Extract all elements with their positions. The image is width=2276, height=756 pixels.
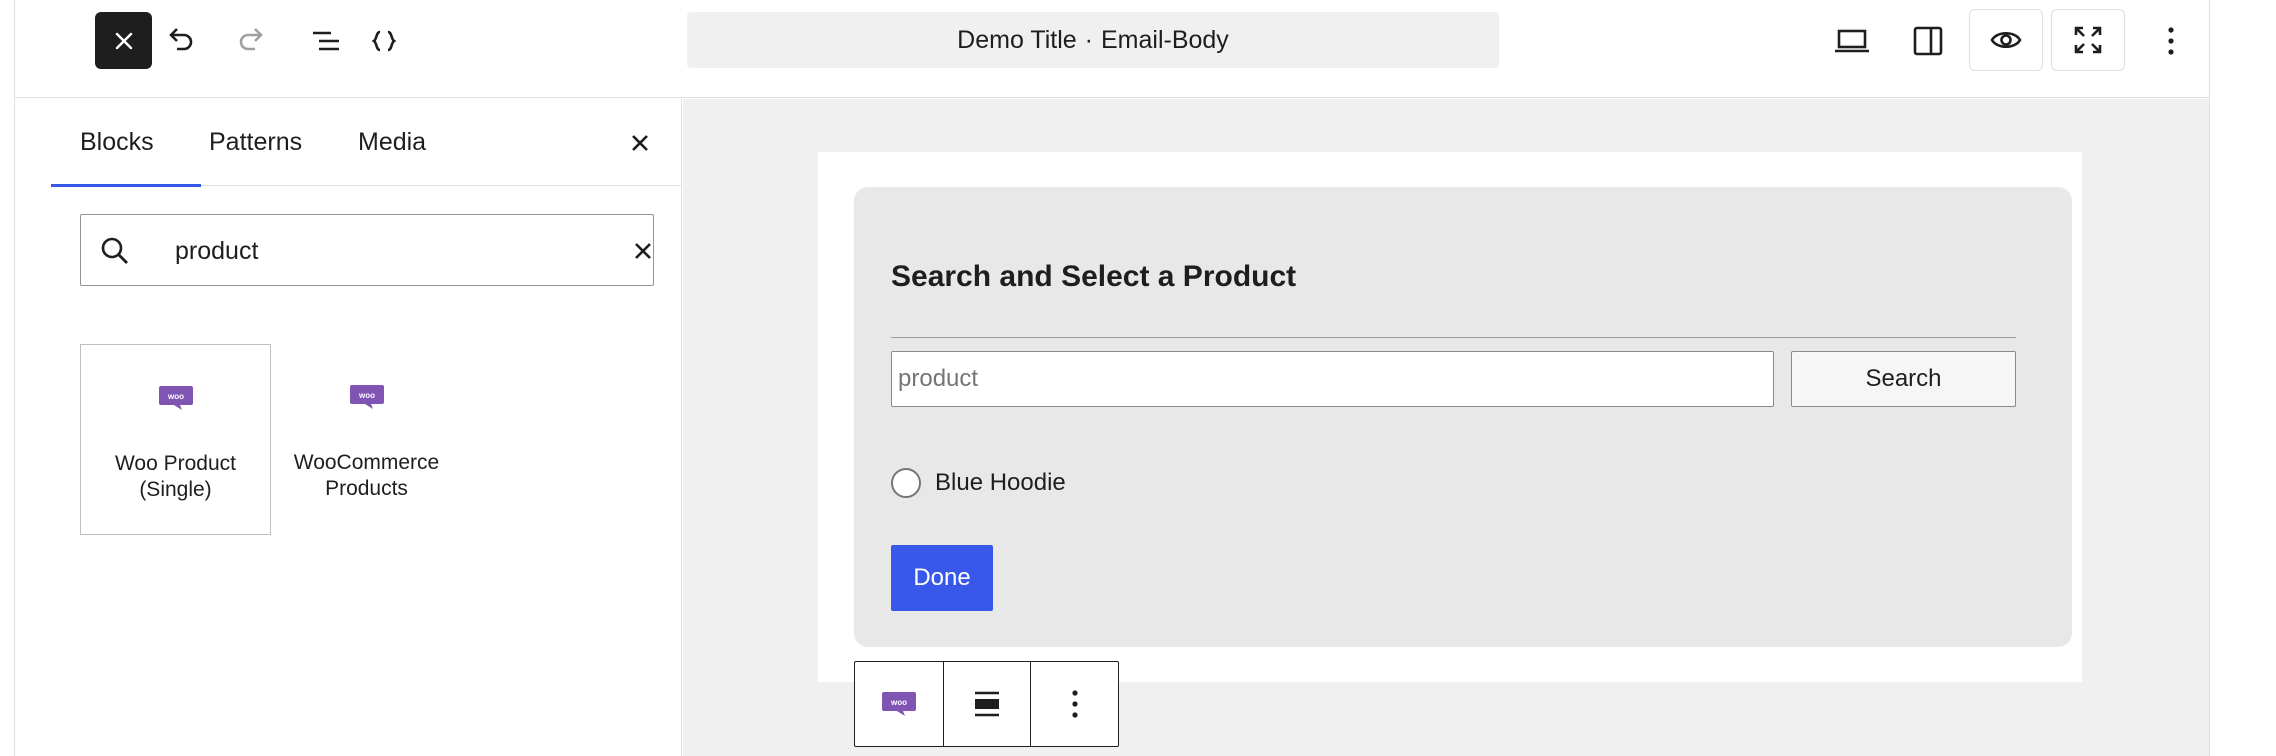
woo-icon: woo xyxy=(881,692,916,716)
settings-sidebar-button[interactable] xyxy=(1903,16,1953,66)
fullscreen-button[interactable] xyxy=(2051,9,2125,71)
more-vertical-icon xyxy=(2168,27,2174,55)
align-button[interactable] xyxy=(942,662,1031,746)
block-toolbar: woo xyxy=(854,661,1119,747)
product-search-title: Search and Select a Product xyxy=(891,260,1297,293)
block-type-button[interactable]: woo xyxy=(855,662,943,746)
block-options-button[interactable] xyxy=(1030,662,1118,746)
undo-button[interactable] xyxy=(155,16,205,66)
frame-border-left xyxy=(14,0,15,756)
block-item-woocommerce-products[interactable]: woo WooCommerce Products xyxy=(271,344,462,535)
product-search-button[interactable]: Search xyxy=(1791,351,2016,407)
woo-icon: woo xyxy=(349,385,384,409)
block-inserter-panel: Blocks Patterns Media product woo Woo Pr… xyxy=(51,99,682,756)
sidebar-icon xyxy=(1913,26,1943,56)
editor-header: Demo Title · Email-Body xyxy=(15,0,2209,98)
product-option-radio[interactable] xyxy=(891,468,921,498)
block-search-input[interactable]: product xyxy=(80,214,654,286)
close-icon xyxy=(115,32,132,49)
document-title: Demo Title xyxy=(957,25,1077,54)
tab-blocks[interactable]: Blocks xyxy=(51,99,201,187)
editor-canvas: Search and Select a Product product Sear… xyxy=(683,99,2209,756)
close-inserter-button[interactable] xyxy=(620,123,660,163)
redo-button[interactable] xyxy=(227,16,277,66)
tab-blocks-label: Blocks xyxy=(80,128,154,156)
code-editor-button[interactable] xyxy=(359,16,409,66)
product-option-label[interactable]: Blue Hoodie xyxy=(935,467,1066,499)
list-view-button[interactable] xyxy=(301,16,351,66)
tab-media[interactable]: Media xyxy=(358,99,426,186)
align-icon xyxy=(975,691,999,717)
list-view-icon xyxy=(313,31,339,51)
preview-eye-icon xyxy=(1990,31,2022,49)
close-editor-button[interactable] xyxy=(95,12,152,69)
document-title-bar[interactable]: Demo Title · Email-Body xyxy=(687,12,1499,68)
frame-border-right xyxy=(2209,0,2210,756)
document-subtitle: Email-Body xyxy=(1100,25,1229,54)
done-button[interactable]: Done xyxy=(891,545,993,611)
tab-patterns-label: Patterns xyxy=(209,128,303,156)
close-icon xyxy=(635,243,651,259)
search-icon xyxy=(101,237,128,264)
svg-text:woo: woo xyxy=(167,392,184,401)
title-separator: · xyxy=(1084,25,1093,54)
divider xyxy=(891,337,2016,338)
woo-icon: woo xyxy=(158,386,193,410)
svg-text:woo: woo xyxy=(890,698,907,707)
svg-text:woo: woo xyxy=(358,391,375,400)
fullscreen-icon xyxy=(2074,26,2102,54)
product-search-value: product xyxy=(898,365,979,392)
inserter-tabs: Blocks Patterns Media xyxy=(51,99,682,187)
close-icon xyxy=(632,135,648,151)
tab-patterns[interactable]: Patterns xyxy=(209,99,302,186)
editor-frame: Demo Title · Email-Body Blocks Patterns … xyxy=(0,0,2276,756)
block-item-label: WooCommerce Products xyxy=(293,451,440,500)
search-input-value: product xyxy=(175,236,259,265)
desktop-icon xyxy=(1835,29,1869,53)
redo-icon xyxy=(239,28,263,51)
undo-icon xyxy=(169,28,193,51)
options-menu-button[interactable] xyxy=(2146,16,2196,66)
preview-button[interactable] xyxy=(1969,9,2043,71)
more-vertical-icon xyxy=(1072,690,1078,718)
tab-media-label: Media xyxy=(358,128,427,156)
block-item-woo-product-single[interactable]: woo Woo Product (Single) xyxy=(80,344,271,535)
device-preview-button[interactable] xyxy=(1827,16,1877,66)
clear-search-button[interactable] xyxy=(629,237,657,265)
code-braces-icon xyxy=(371,30,397,52)
product-search-field[interactable]: product xyxy=(891,351,1774,407)
block-item-label: Woo Product (Single) xyxy=(114,452,236,501)
product-search-block[interactable]: Search and Select a Product product Sear… xyxy=(854,187,2072,647)
